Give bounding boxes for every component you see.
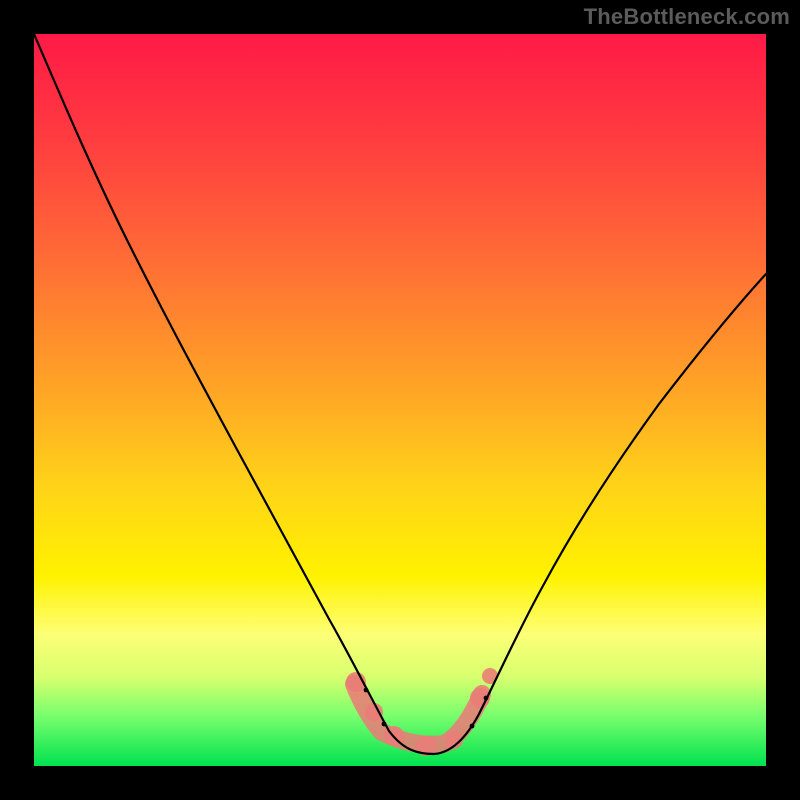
watermark-text: TheBottleneck.com (584, 4, 790, 30)
chart-frame: TheBottleneck.com (0, 0, 800, 800)
chart-svg (34, 34, 766, 766)
curve-tick-1 (364, 688, 369, 693)
plot-area (34, 34, 766, 766)
valley-dot-2 (365, 703, 383, 721)
curve-tick-2 (382, 722, 387, 727)
curve-tick-3 (470, 724, 475, 729)
valley-highlight (346, 668, 498, 756)
curve-tick-4 (484, 696, 489, 701)
bottleneck-curve (34, 34, 766, 754)
